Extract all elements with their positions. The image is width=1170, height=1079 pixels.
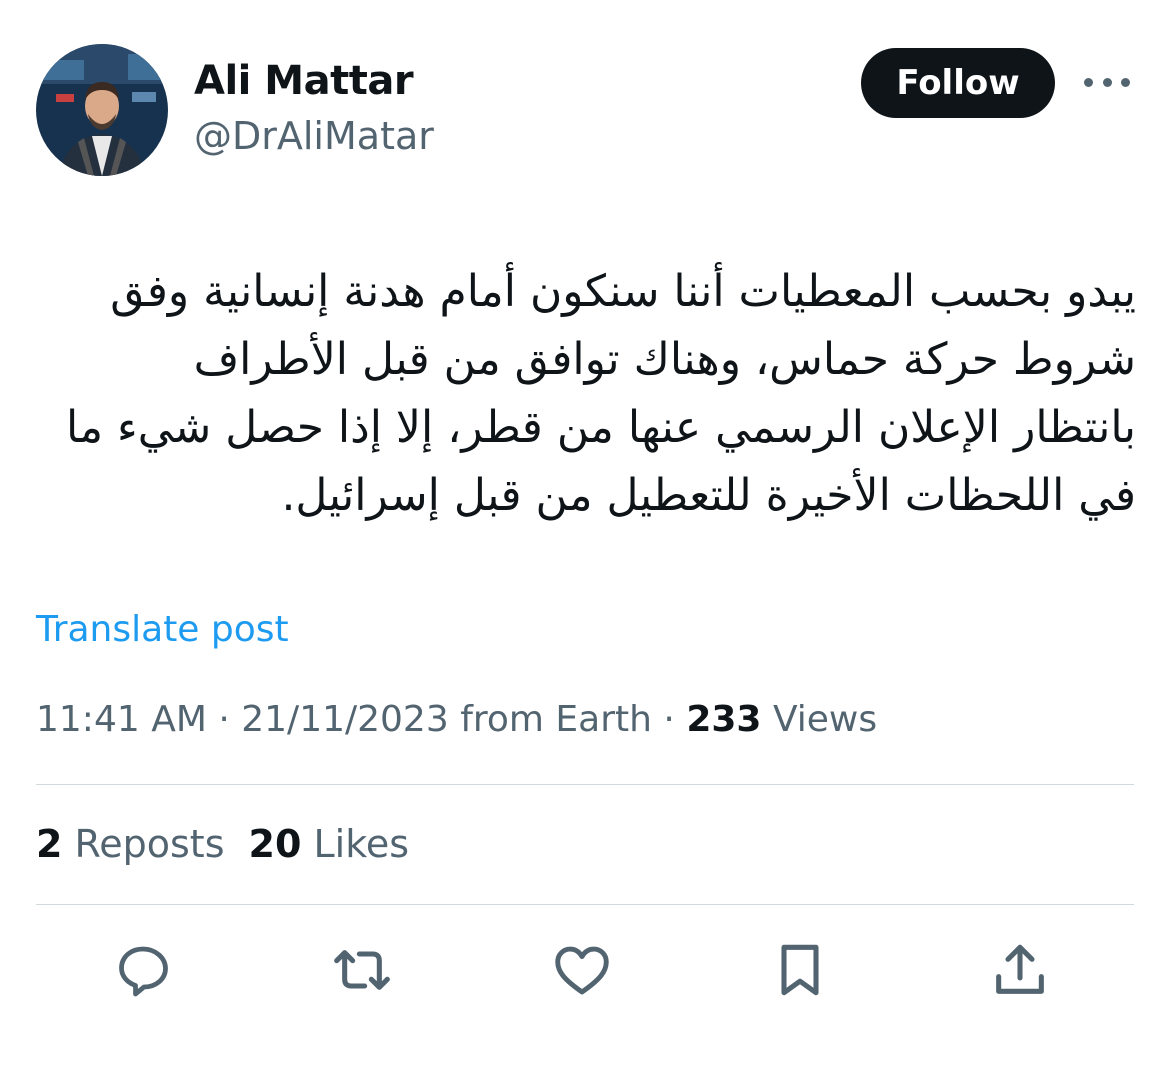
tweet-text: يبدو بحسب المعطيات أننا سنكون أمام هدنة … [36,258,1136,530]
repost-icon [334,950,390,990]
likes-count: 20 [248,822,302,866]
tweet-line: في اللحظات الأخيرة للتعطيل من قبل إسرائي… [281,470,1136,521]
reply-icon [119,946,168,997]
meta-separator: · [218,699,230,740]
views-count: 233 [686,699,762,740]
reposts-label: Reposts [74,822,225,866]
reply-button[interactable] [112,938,176,1002]
tweet-source: from Earth [460,699,652,740]
translate-post-link[interactable]: Translate post [36,609,289,650]
tweet-line: شروط حركة حماس، وهناك توافق من قبل الأطر… [193,334,1136,385]
reposts-stat[interactable]: 2 Reposts [36,822,225,866]
like-button[interactable] [550,938,614,1002]
author-display-name[interactable]: Ali Mattar [194,58,414,104]
engagement-stats: 2 Reposts 20 Likes [36,822,409,866]
bookmark-icon [781,944,819,996]
tweet-metadata: 11:41 AM · 21/11/2023 from Earth · 233 V… [36,699,877,740]
likes-stat[interactable]: 20 Likes [249,822,410,866]
tweet-line: يبدو بحسب المعطيات أننا سنكون أمام هدنة … [110,266,1136,317]
tweet-time[interactable]: 11:41 AM [36,699,207,740]
likes-label: Likes [313,822,410,866]
like-icon [555,946,609,995]
tweet-line: بانتظار الإعلان الرسمي عنها من قطر، إلا … [66,402,1136,453]
bookmark-button[interactable] [768,938,832,1002]
more-options-icon[interactable] [1084,66,1130,98]
follow-button[interactable]: Follow [861,48,1055,118]
author-handle[interactable]: @DrAliMatar [194,114,434,158]
avatar[interactable] [36,44,168,176]
share-icon [996,944,1044,994]
divider [36,904,1134,905]
tweet-date[interactable]: 21/11/2023 [241,699,449,740]
profile-photo-icon [36,44,168,176]
divider [36,784,1134,785]
reposts-count: 2 [36,822,63,866]
meta-separator: · [663,699,675,740]
share-button[interactable] [988,938,1052,1002]
views-label: Views [772,699,878,740]
repost-button[interactable] [330,938,394,1002]
